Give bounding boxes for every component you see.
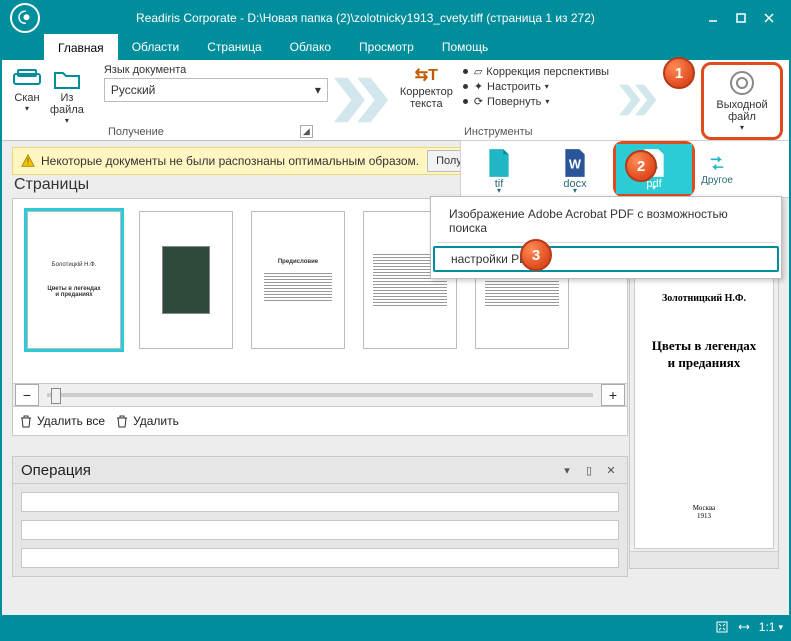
tab-help[interactable]: Помощь [428, 34, 502, 60]
trash-icon [115, 414, 129, 428]
language-select[interactable]: Русский ▾ [104, 78, 328, 102]
preview-scrollbar[interactable] [630, 551, 778, 568]
rotate-button[interactable]: ⟳Повернуть▾ [463, 94, 550, 109]
export-tif-button[interactable]: tif▾ [461, 141, 537, 197]
arrows-decoration-icon [334, 73, 392, 127]
group-tools-label: Инструменты [464, 126, 533, 138]
zoom-ratio-button[interactable]: 1:1▾ [759, 620, 783, 634]
callout-badge-2: 2 [625, 150, 657, 182]
progress-bar [21, 492, 619, 512]
adjust-button[interactable]: ✦Настроить▾ [463, 79, 549, 94]
chevron-down-icon: ▾ [545, 82, 549, 91]
titlebar: Readiris Corporate - D:\Новая папка (2)\… [2, 2, 789, 34]
perspective-button[interactable]: ▱Коррекция перспективы [463, 64, 609, 79]
tab-cloud[interactable]: Облако [276, 34, 345, 60]
chevron-down-icon: ▾ [740, 123, 744, 132]
page-thumb-3[interactable]: Предисловие [251, 211, 345, 349]
zoom-slider[interactable] [47, 393, 593, 397]
zoom-in-button[interactable]: + [601, 384, 625, 406]
delete-button[interactable]: Удалить [115, 414, 179, 428]
delete-row: Удалить все Удалить [12, 407, 628, 436]
language-label: Язык документа [104, 64, 186, 76]
chevron-down-icon: ▾ [315, 83, 321, 97]
warning-icon: ! [21, 154, 35, 168]
arrows-decoration-icon [619, 73, 659, 127]
preview-footer-year: 1913 [693, 512, 716, 520]
page-thumb-1[interactable]: Болотицкій Н.Ф. Цветы в легендах и преда… [27, 211, 121, 349]
scanner-icon [12, 66, 42, 92]
preview-author: Золотницкий Н.Ф. [662, 293, 746, 304]
folder-icon [52, 66, 82, 92]
text-corrector-label: Корректор текста [400, 86, 453, 110]
output-label: Выходной файл [716, 99, 767, 123]
callout-badge-1: 1 [663, 57, 695, 89]
text-corrector-icon: ⇆T [411, 64, 441, 86]
preview-footer-city: Москва [693, 504, 716, 512]
rotate-icon: ⟳ [474, 95, 483, 108]
file-tif-icon [485, 148, 513, 178]
scan-button[interactable]: Скан ▾ [8, 64, 46, 115]
adjust-icon: ✦ [474, 80, 483, 93]
maximize-button[interactable] [727, 6, 755, 30]
progress-bar [21, 548, 619, 568]
close-button[interactable] [755, 6, 783, 30]
preview-title: Цветы в легендах и преданиях [652, 338, 757, 372]
preview-sheet[interactable]: Золотницкий Н.Ф. Цветы в легендах и пред… [634, 264, 774, 549]
dialog-launcher-icon[interactable]: ◢ [300, 125, 313, 138]
tab-zones[interactable]: Области [118, 34, 194, 60]
pdf-menu-searchable[interactable]: Изображение Adobe Acrobat PDF с возможно… [433, 203, 779, 239]
fit-page-button[interactable] [715, 620, 729, 634]
text-corrector-button[interactable]: ⇆T Корректор текста [396, 60, 457, 112]
chevron-down-icon: ▾ [65, 116, 69, 125]
operations-body [12, 484, 628, 577]
chevron-down-icon: ▾ [545, 97, 549, 106]
tab-home[interactable]: Главная [44, 34, 118, 60]
window-title: Readiris Corporate - D:\Новая папка (2)\… [46, 11, 699, 25]
fit-width-button[interactable] [737, 620, 751, 634]
page-thumb-2[interactable] [139, 211, 233, 349]
swap-icon [706, 153, 728, 175]
from-file-label: Из файла [50, 92, 84, 116]
trash-icon [19, 414, 33, 428]
output-target-icon [730, 71, 754, 95]
chevron-down-icon: ▾ [497, 186, 501, 195]
scan-label: Скан [14, 92, 39, 104]
panel-pin-button[interactable]: ▯ [581, 462, 597, 478]
panel-dropdown-button[interactable]: ▾ [559, 462, 575, 478]
status-bar: 1:1▾ [2, 615, 789, 639]
warning-text: Некоторые документы не были распознаны о… [41, 154, 419, 168]
zoom-out-button[interactable]: − [15, 384, 39, 406]
book-cover-icon [162, 246, 210, 314]
chevron-down-icon: ▾ [778, 622, 783, 633]
panel-close-button[interactable]: ✕ [603, 462, 619, 478]
svg-text:W: W [569, 156, 582, 171]
operations-panel-header: Операция ▾ ▯ ✕ [12, 456, 628, 484]
file-docx-icon: W [561, 148, 589, 178]
chevron-down-icon: ▾ [652, 183, 656, 192]
delete-all-button[interactable]: Удалить все [19, 414, 105, 428]
minimize-button[interactable] [699, 6, 727, 30]
zoom-row: − + [12, 384, 628, 407]
export-docx-button[interactable]: W docx▾ [537, 141, 613, 197]
pdf-menu: Изображение Adobe Acrobat PDF с возможно… [430, 196, 782, 279]
perspective-icon: ▱ [474, 65, 482, 78]
export-other-button[interactable]: Другое [695, 141, 739, 197]
chevron-down-icon: ▾ [25, 104, 29, 113]
callout-badge-3: 3 [520, 239, 552, 271]
app-logo-icon [10, 3, 40, 33]
chevron-down-icon: ▾ [573, 186, 577, 195]
page-preview: Золотницкий Н.Ф. Цветы в легендах и пред… [629, 255, 779, 569]
language-value: Русский [111, 83, 156, 97]
from-file-button[interactable]: Из файла ▾ [46, 64, 88, 127]
tab-page[interactable]: Страница [193, 34, 275, 60]
group-get-label: Получение [108, 126, 164, 138]
tab-view[interactable]: Просмотр [345, 34, 428, 60]
tabstrip: Главная Области Страница Облако Просмотр… [2, 34, 789, 60]
operations-title: Операция [21, 462, 91, 479]
progress-bar [21, 520, 619, 540]
pdf-menu-settings[interactable]: настройки PDF [433, 246, 779, 272]
svg-text:!: ! [27, 157, 29, 167]
output-file-button[interactable]: Выходной файл ▾ [708, 69, 776, 133]
